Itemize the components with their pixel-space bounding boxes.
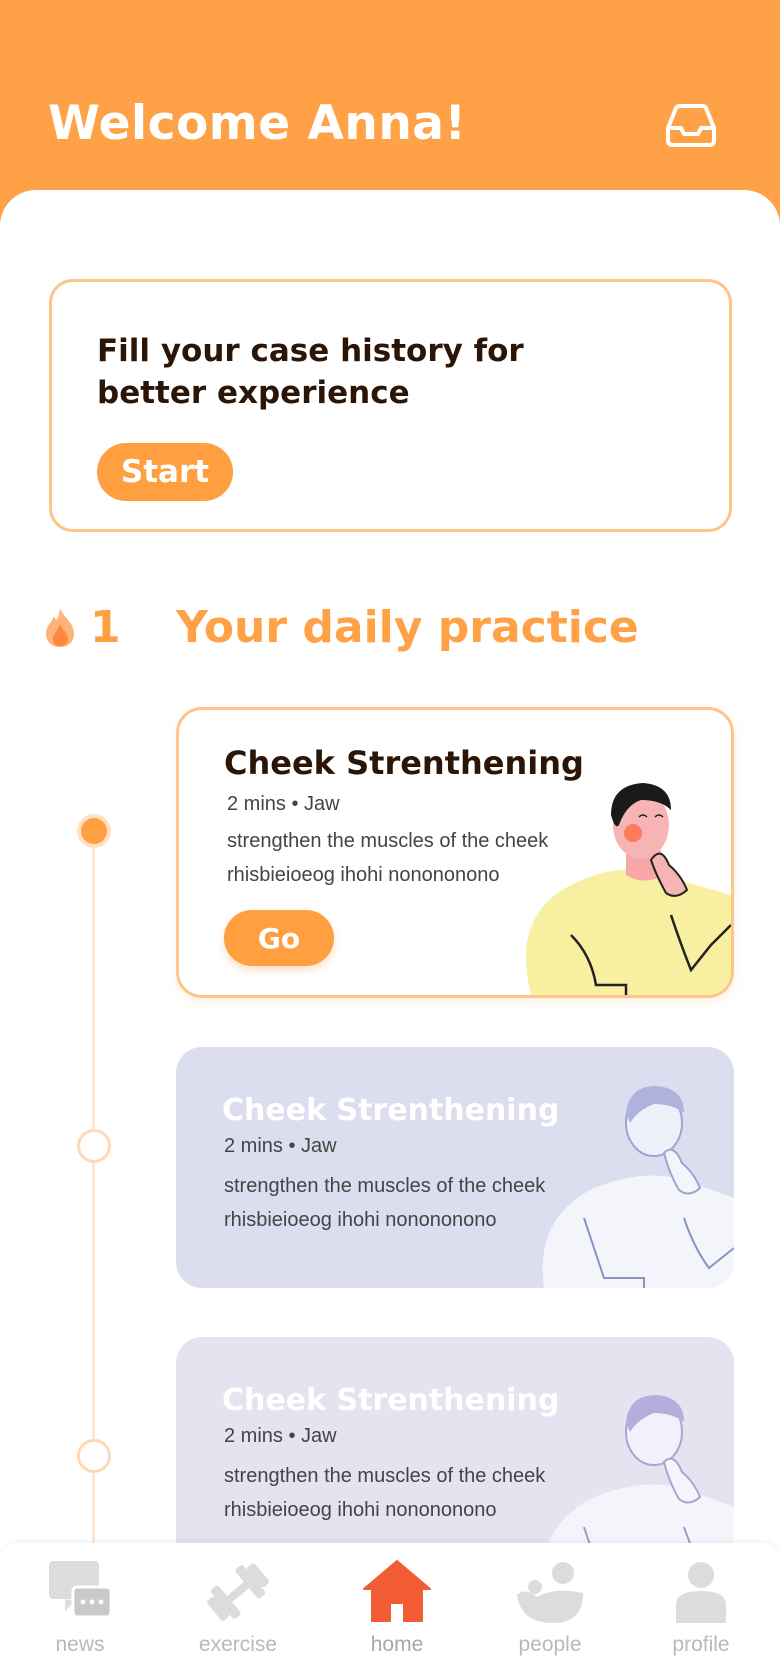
meta-separator: • bbox=[288, 1425, 302, 1447]
tab-profile[interactable]: profile bbox=[641, 1557, 761, 1667]
exercise-name: Cheek Strenthening bbox=[224, 744, 584, 782]
exercise-category: Jaw bbox=[301, 1425, 337, 1447]
meta-separator: • bbox=[291, 793, 305, 815]
case-history-text: Fill your case history for better experi… bbox=[97, 333, 524, 411]
chat-icon bbox=[49, 1561, 113, 1619]
start-button[interactable]: Start bbox=[97, 443, 233, 501]
tab-label: profile bbox=[672, 1633, 730, 1656]
exercise-description: strengthen the muscles of the cheek rhis… bbox=[227, 830, 549, 886]
exercise-meta: 2 mins • Jaw bbox=[224, 1425, 337, 1448]
tab-label: news bbox=[55, 1633, 105, 1656]
home-icon bbox=[363, 1560, 431, 1622]
tab-label: exercise bbox=[198, 1633, 278, 1656]
inbox-icon[interactable] bbox=[664, 102, 718, 148]
exercise-category: Jaw bbox=[304, 793, 340, 815]
exercise-description: strengthen the muscles of the cheek rhis… bbox=[224, 1175, 546, 1231]
streak-count: 1 bbox=[90, 602, 121, 653]
case-history-card: Fill your case history for better experi… bbox=[49, 279, 732, 532]
daily-practice-title: Your daily practice bbox=[176, 602, 639, 653]
exercise-meta: 2 mins • Jaw bbox=[227, 793, 340, 816]
welcome-title: Welcome Anna! bbox=[48, 96, 467, 151]
dumbbell-icon bbox=[207, 1563, 269, 1621]
tab-label: people bbox=[518, 1633, 582, 1656]
timeline-dot bbox=[77, 1439, 111, 1473]
exercise-card-locked[interactable]: Cheek Strenthening 2 mins • Jaw strength… bbox=[176, 1047, 734, 1288]
exercise-meta: 2 mins • Jaw bbox=[224, 1135, 337, 1158]
tab-home[interactable]: home bbox=[337, 1557, 457, 1667]
go-button[interactable]: Go bbox=[224, 910, 334, 966]
tab-exercise[interactable]: exercise bbox=[178, 1557, 298, 1667]
exercise-card-active[interactable]: Cheek Strenthening 2 mins • Jaw strength… bbox=[176, 707, 734, 998]
bottom-tab-bar: news exercise home people profile bbox=[0, 1543, 780, 1678]
flame-icon bbox=[46, 608, 74, 647]
timeline-dot bbox=[77, 1129, 111, 1163]
exercise-duration: 2 mins bbox=[224, 1135, 283, 1157]
exercise-duration: 2 mins bbox=[224, 1425, 283, 1447]
people-icon bbox=[517, 1562, 583, 1623]
tab-news[interactable]: news bbox=[20, 1557, 140, 1667]
exercise-name: Cheek Strenthening bbox=[222, 1093, 560, 1128]
timeline-dot-active bbox=[77, 814, 111, 848]
tab-people[interactable]: people bbox=[490, 1557, 610, 1667]
tab-label: home bbox=[370, 1633, 424, 1656]
exercise-name: Cheek Strenthening bbox=[222, 1383, 560, 1418]
meta-separator: • bbox=[288, 1135, 302, 1157]
exercise-category: Jaw bbox=[301, 1135, 337, 1157]
exercise-description: strengthen the muscles of the cheek rhis… bbox=[224, 1465, 546, 1521]
exercise-duration: 2 mins bbox=[227, 793, 286, 815]
profile-icon bbox=[676, 1562, 726, 1623]
daily-practice-header: 1 Your daily practice bbox=[44, 600, 744, 660]
